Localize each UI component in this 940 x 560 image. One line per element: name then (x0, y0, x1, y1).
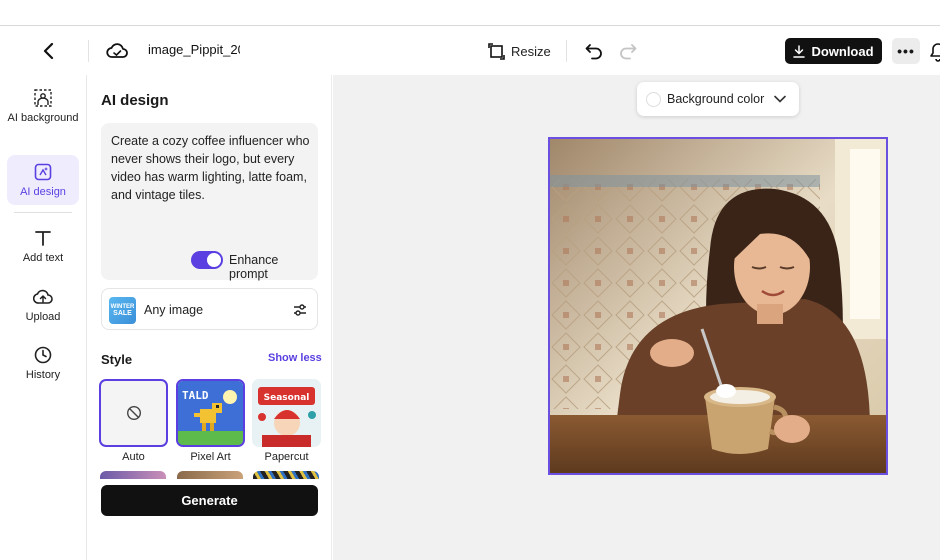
back-button[interactable] (36, 38, 62, 64)
resize-label: Resize (511, 43, 551, 59)
toolbar-divider (88, 40, 89, 62)
toolbar-divider (566, 40, 567, 62)
sliders-icon[interactable] (292, 302, 308, 318)
upload-cloud-icon (32, 286, 54, 308)
reference-image-selector[interactable]: WINTER SALE Any image (101, 288, 318, 330)
generated-image[interactable] (548, 137, 888, 475)
resize-icon (488, 42, 505, 60)
enhance-prompt-label: Enhance prompt (229, 253, 279, 281)
chevron-down-icon (774, 95, 787, 103)
pixel-art-thumbnail: TALD (178, 381, 243, 445)
style-section-title: Style (101, 352, 133, 367)
rail-label: History (25, 369, 61, 381)
text-icon (32, 227, 54, 249)
reference-thumbnail: WINTER SALE (109, 297, 136, 324)
pixel-art-thumb-text: TALD (182, 389, 209, 402)
background-color-dropdown[interactable]: Background color (637, 82, 799, 116)
download-label: Download (811, 43, 874, 59)
style-card-papercut[interactable]: Seasonal (252, 379, 321, 447)
download-button[interactable]: Download (785, 38, 882, 64)
download-icon (793, 44, 806, 58)
left-rail: AI background AI design Add text Upload … (0, 75, 87, 560)
style-card-peek[interactable] (253, 471, 319, 479)
rail-item-ai-design[interactable]: AI design (7, 155, 79, 205)
rail-item-add-text[interactable]: Add text (7, 227, 79, 267)
rail-item-history[interactable]: History (7, 344, 79, 384)
more-icon: ••• (897, 43, 915, 59)
canvas-area: Background color (333, 75, 940, 560)
style-card-auto[interactable] (99, 379, 168, 447)
redo-icon (620, 44, 637, 60)
more-options-button[interactable]: ••• (892, 38, 920, 64)
ai-design-panel: AI design Create a cozy coffee influence… (88, 75, 332, 560)
cloud-save-icon[interactable] (104, 38, 130, 64)
coffee-woman-photo (550, 139, 886, 473)
reference-label: Any image (144, 303, 204, 317)
window-top-band (0, 0, 940, 26)
panel-title: AI design (101, 92, 169, 109)
clock-icon (32, 344, 54, 366)
color-swatch (646, 91, 661, 107)
style-card-peek[interactable] (100, 471, 166, 479)
style-label-papercut: Papercut (264, 451, 309, 463)
style-card-pixel-art[interactable]: TALD (176, 379, 245, 447)
bell-icon[interactable] (928, 40, 940, 62)
generate-button[interactable]: Generate (101, 485, 318, 516)
chevron-left-icon (43, 43, 54, 59)
background-color-label: Background color (667, 92, 765, 106)
resize-button[interactable]: Resize (488, 39, 551, 63)
none-icon (126, 405, 142, 421)
redo-button[interactable] (616, 39, 640, 63)
rail-label: AI design (20, 186, 66, 198)
rail-divider (14, 212, 72, 213)
show-less-link[interactable]: Show less (268, 352, 322, 364)
undo-icon (585, 44, 602, 60)
ai-background-icon (32, 87, 54, 109)
rail-label: Upload (25, 311, 61, 323)
enhance-prompt-toggle[interactable] (191, 251, 223, 269)
rail-label: AI background (7, 112, 79, 124)
papercut-thumbnail: Seasonal (252, 379, 321, 447)
rail-item-upload[interactable]: Upload (7, 286, 79, 326)
papercut-thumb-text: Seasonal (264, 393, 310, 403)
style-label-auto: Auto (122, 451, 145, 463)
prompt-text[interactable]: Create a cozy coffee influencer who neve… (111, 132, 311, 204)
undo-button[interactable] (582, 39, 606, 63)
style-card-peek[interactable] (177, 471, 243, 479)
top-toolbar: image_Pippit_20 Resize Download ••• (0, 27, 940, 75)
ai-design-icon (32, 161, 54, 183)
rail-item-ai-background[interactable]: AI background (7, 87, 79, 141)
thumb-text: SALE (113, 309, 132, 317)
style-label-pixel-art: Pixel Art (190, 451, 231, 463)
rail-label: Add text (22, 252, 64, 264)
prompt-textarea[interactable]: Create a cozy coffee influencer who neve… (101, 123, 318, 281)
file-title[interactable]: image_Pippit_20 (148, 42, 240, 57)
